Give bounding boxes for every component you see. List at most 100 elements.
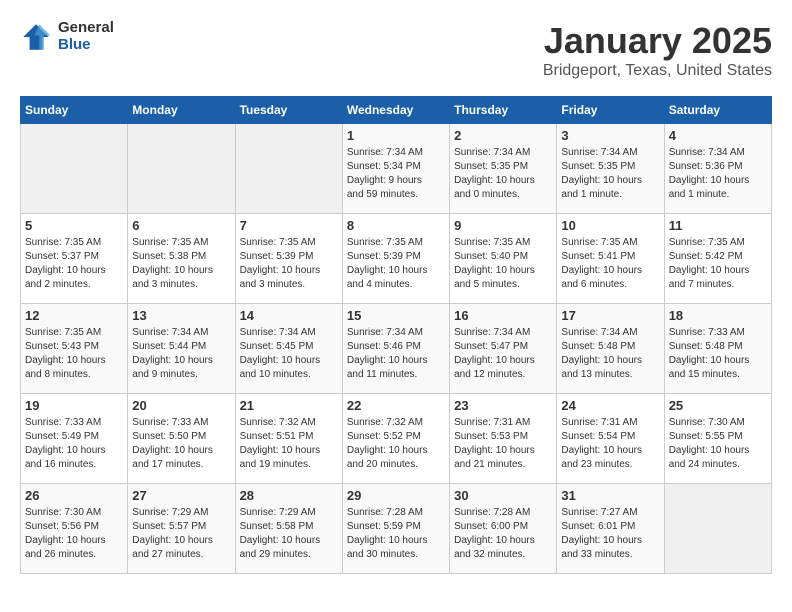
day-number: 3 (561, 128, 659, 143)
day-number: 27 (132, 488, 230, 503)
day-number: 16 (454, 308, 552, 323)
day-number: 10 (561, 218, 659, 233)
calendar-cell (664, 484, 771, 574)
calendar-cell: 21 Sunrise: 7:32 AM Sunset: 5:51 PM Dayli… (235, 394, 342, 484)
calendar-cell: 26Sunrise: 7:30 AM Sunset: 5:56 PM Dayli… (21, 484, 128, 574)
calendar-cell: 19 Sunrise: 7:33 AM Sunset: 5:49 PM Dayli… (21, 394, 128, 484)
day-number: 5 (25, 218, 123, 233)
day-number: 20 (132, 398, 230, 413)
day-header-sunday: Sunday (21, 97, 128, 124)
day-detail: Sunrise: 7:27 AM Sunset: 6:01 PM Dayligh… (561, 506, 659, 562)
day-number: 8 (347, 218, 445, 233)
day-number: 23 (454, 398, 552, 413)
day-number: 25 (669, 398, 767, 413)
day-number: 6 (132, 218, 230, 233)
calendar-cell: 1 Sunrise: 7:34 AM Sunset: 5:34 PM Daylig… (342, 124, 449, 214)
calendar-cell: 9 Sunrise: 7:35 AM Sunset: 5:40 PM Daylig… (450, 214, 557, 304)
week-row-1: 1 Sunrise: 7:34 AM Sunset: 5:34 PM Daylig… (21, 124, 772, 214)
day-detail: Sunrise: 7:32 AM Sunset: 5:51 PM Dayligh… (240, 416, 338, 472)
calendar-cell: 22 Sunrise: 7:32 AM Sunset: 5:52 PM Dayli… (342, 394, 449, 484)
logo-general-label: General (58, 20, 114, 37)
day-header-wednesday: Wednesday (342, 97, 449, 124)
day-detail: Sunrise: 7:28 AM Sunset: 6:00 PM Dayligh… (454, 506, 552, 562)
calendar-cell: 8 Sunrise: 7:35 AM Sunset: 5:39 PM Daylig… (342, 214, 449, 304)
calendar-cell: 3 Sunrise: 7:34 AM Sunset: 5:35 PM Daylig… (557, 124, 664, 214)
calendar-cell: 13 Sunrise: 7:34 AM Sunset: 5:44 PM Dayli… (128, 304, 235, 394)
day-detail: Sunrise: 7:31 AM Sunset: 5:54 PM Dayligh… (561, 416, 659, 472)
calendar-cell: 15 Sunrise: 7:34 AM Sunset: 5:46 PM Dayli… (342, 304, 449, 394)
day-number: 18 (669, 308, 767, 323)
day-detail: Sunrise: 7:34 AM Sunset: 5:35 PM Dayligh… (561, 146, 659, 202)
day-detail: Sunrise: 7:33 AM Sunset: 5:49 PM Dayligh… (25, 416, 123, 472)
day-number: 30 (454, 488, 552, 503)
calendar-cell: 17Sunrise: 7:34 AM Sunset: 5:48 PM Dayli… (557, 304, 664, 394)
calendar-cell: 27 Sunrise: 7:29 AM Sunset: 5:57 PM Dayli… (128, 484, 235, 574)
day-detail: Sunrise: 7:34 AM Sunset: 5:47 PM Dayligh… (454, 326, 552, 382)
day-number: 19 (25, 398, 123, 413)
day-detail: Sunrise: 7:35 AM Sunset: 5:37 PM Dayligh… (25, 236, 123, 292)
week-row-5: 26Sunrise: 7:30 AM Sunset: 5:56 PM Dayli… (21, 484, 772, 574)
day-number: 2 (454, 128, 552, 143)
day-detail: Sunrise: 7:34 AM Sunset: 5:44 PM Dayligh… (132, 326, 230, 382)
day-detail: Sunrise: 7:35 AM Sunset: 5:40 PM Dayligh… (454, 236, 552, 292)
day-detail: Sunrise: 7:35 AM Sunset: 5:38 PM Dayligh… (132, 236, 230, 292)
calendar-cell: 4 Sunrise: 7:34 AM Sunset: 5:36 PM Daylig… (664, 124, 771, 214)
calendar-cell: 20 Sunrise: 7:33 AM Sunset: 5:50 PM Dayli… (128, 394, 235, 484)
title-block: January 2025 Bridgeport, Texas, United S… (543, 20, 772, 80)
logo: General Blue (20, 20, 114, 53)
day-number: 4 (669, 128, 767, 143)
page-header: General Blue January 2025 Bridgeport, Te… (20, 20, 772, 80)
calendar-cell: 10 Sunrise: 7:35 AM Sunset: 5:41 PM Dayli… (557, 214, 664, 304)
week-row-2: 5 Sunrise: 7:35 AM Sunset: 5:37 PM Daylig… (21, 214, 772, 304)
day-detail: Sunrise: 7:34 AM Sunset: 5:45 PM Dayligh… (240, 326, 338, 382)
day-detail: Sunrise: 7:34 AM Sunset: 5:46 PM Dayligh… (347, 326, 445, 382)
day-detail: Sunrise: 7:29 AM Sunset: 5:58 PM Dayligh… (240, 506, 338, 562)
calendar-cell: 25Sunrise: 7:30 AM Sunset: 5:55 PM Dayli… (664, 394, 771, 484)
day-number: 26 (25, 488, 123, 503)
header-row: SundayMondayTuesdayWednesdayThursdayFrid… (21, 97, 772, 124)
day-number: 28 (240, 488, 338, 503)
calendar-location: Bridgeport, Texas, United States (543, 62, 772, 80)
week-row-4: 19 Sunrise: 7:33 AM Sunset: 5:49 PM Dayli… (21, 394, 772, 484)
day-number: 24 (561, 398, 659, 413)
day-detail: Sunrise: 7:35 AM Sunset: 5:39 PM Dayligh… (240, 236, 338, 292)
calendar-title: January 2025 (543, 20, 772, 62)
calendar-cell: 23 Sunrise: 7:31 AM Sunset: 5:53 PM Dayli… (450, 394, 557, 484)
day-detail: Sunrise: 7:34 AM Sunset: 5:34 PM Dayligh… (347, 146, 445, 202)
day-header-monday: Monday (128, 97, 235, 124)
day-detail: Sunrise: 7:29 AM Sunset: 5:57 PM Dayligh… (132, 506, 230, 562)
day-header-thursday: Thursday (450, 97, 557, 124)
day-header-friday: Friday (557, 97, 664, 124)
day-detail: Sunrise: 7:33 AM Sunset: 5:50 PM Dayligh… (132, 416, 230, 472)
calendar-cell: 7Sunrise: 7:35 AM Sunset: 5:39 PM Daylig… (235, 214, 342, 304)
day-number: 15 (347, 308, 445, 323)
day-number: 21 (240, 398, 338, 413)
calendar-cell: 11 Sunrise: 7:35 AM Sunset: 5:42 PM Dayli… (664, 214, 771, 304)
day-number: 29 (347, 488, 445, 503)
calendar-cell: 18Sunrise: 7:33 AM Sunset: 5:48 PM Dayli… (664, 304, 771, 394)
calendar-cell: 31Sunrise: 7:27 AM Sunset: 6:01 PM Dayli… (557, 484, 664, 574)
day-detail: Sunrise: 7:35 AM Sunset: 5:41 PM Dayligh… (561, 236, 659, 292)
day-detail: Sunrise: 7:35 AM Sunset: 5:39 PM Dayligh… (347, 236, 445, 292)
calendar-cell: 6 Sunrise: 7:35 AM Sunset: 5:38 PM Daylig… (128, 214, 235, 304)
day-detail: Sunrise: 7:32 AM Sunset: 5:52 PM Dayligh… (347, 416, 445, 472)
logo-blue-label: Blue (58, 37, 114, 54)
day-header-tuesday: Tuesday (235, 97, 342, 124)
calendar-cell (21, 124, 128, 214)
day-detail: Sunrise: 7:34 AM Sunset: 5:36 PM Dayligh… (669, 146, 767, 202)
calendar-cell: 30 Sunrise: 7:28 AM Sunset: 6:00 PM Dayli… (450, 484, 557, 574)
day-detail: Sunrise: 7:31 AM Sunset: 5:53 PM Dayligh… (454, 416, 552, 472)
day-detail: Sunrise: 7:28 AM Sunset: 5:59 PM Dayligh… (347, 506, 445, 562)
day-number: 13 (132, 308, 230, 323)
calendar-cell: 29 Sunrise: 7:28 AM Sunset: 5:59 PM Dayli… (342, 484, 449, 574)
day-detail: Sunrise: 7:34 AM Sunset: 5:48 PM Dayligh… (561, 326, 659, 382)
day-detail: Sunrise: 7:35 AM Sunset: 5:42 PM Dayligh… (669, 236, 767, 292)
day-number: 11 (669, 218, 767, 233)
calendar-cell (128, 124, 235, 214)
day-number: 22 (347, 398, 445, 413)
calendar-cell: 12Sunrise: 7:35 AM Sunset: 5:43 PM Dayli… (21, 304, 128, 394)
day-header-saturday: Saturday (664, 97, 771, 124)
calendar-cell: 28 Sunrise: 7:29 AM Sunset: 5:58 PM Dayli… (235, 484, 342, 574)
day-number: 1 (347, 128, 445, 143)
day-number: 9 (454, 218, 552, 233)
